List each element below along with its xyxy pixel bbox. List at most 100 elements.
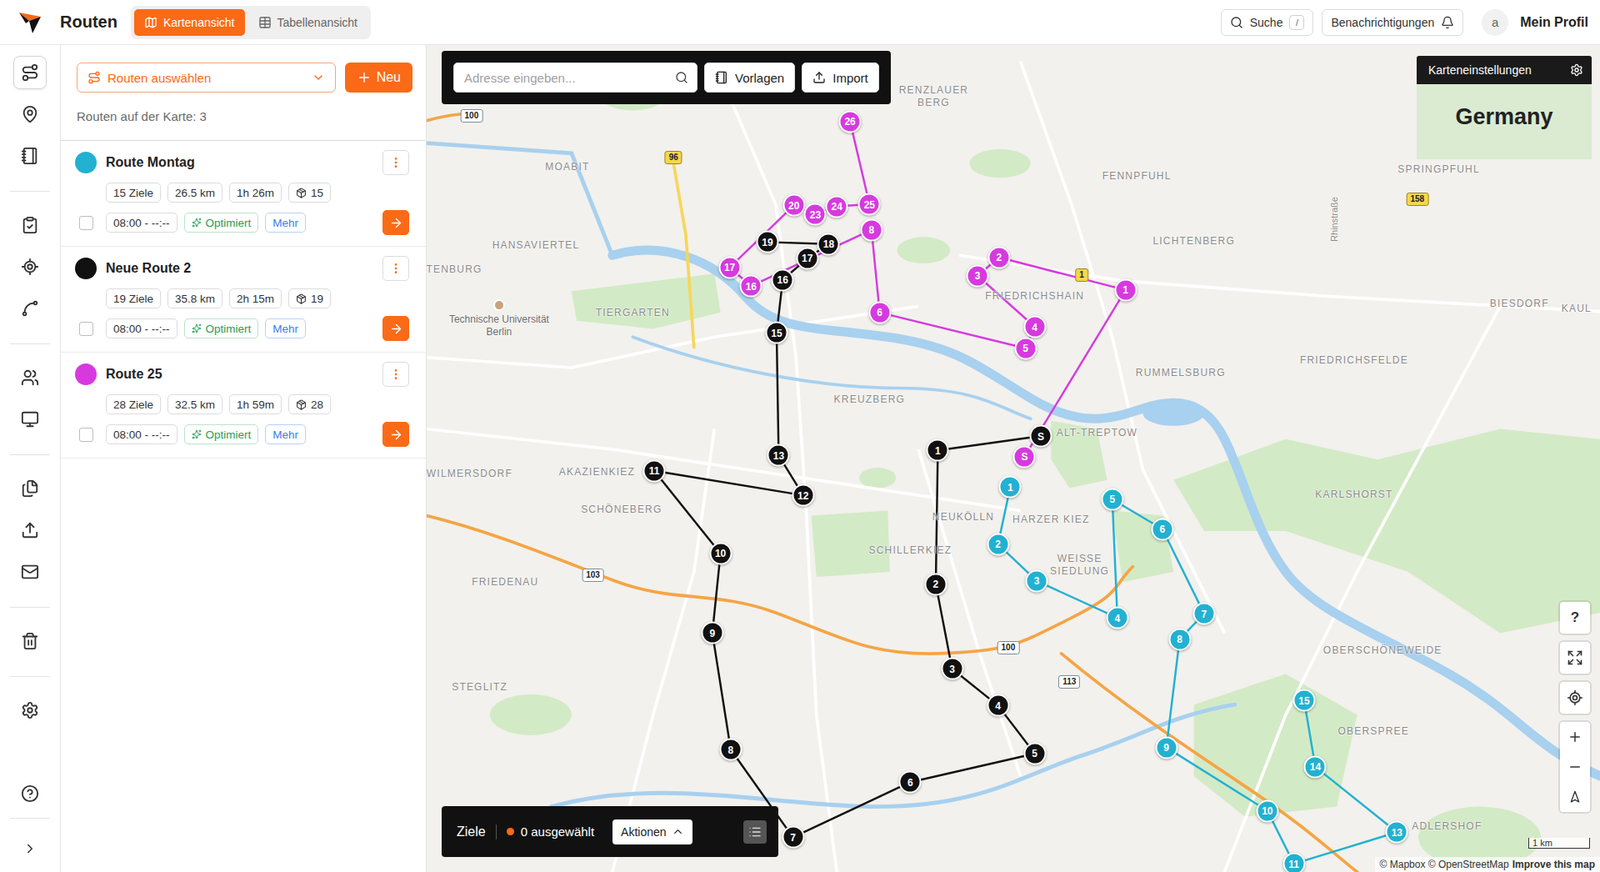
profile-name[interactable]: Mein Profil — [1520, 15, 1589, 30]
more-chip[interactable]: Mehr — [265, 212, 306, 233]
help-button[interactable]: ? — [1560, 601, 1590, 634]
stop-pin[interactable]: 26 — [839, 110, 862, 133]
sidebar-item[interactable] — [13, 402, 47, 436]
stop-pin[interactable]: 11 — [643, 459, 666, 482]
stop-pin[interactable]: 2 — [986, 532, 1010, 555]
route-card[interactable]: Route 2528 Ziele32.5 km1h 59m2808:00 - -… — [60, 352, 426, 459]
improve-map-link[interactable]: Improve this map — [1512, 858, 1595, 870]
compass-button[interactable] — [1560, 781, 1590, 812]
zoom-in-button[interactable] — [1560, 721, 1590, 752]
search-button[interactable]: Suche/ — [1220, 9, 1315, 36]
sidebar-item[interactable] — [13, 624, 47, 658]
fullscreen-button[interactable] — [1560, 641, 1590, 674]
stop-pin[interactable]: 5 — [1023, 741, 1046, 765]
view-tab[interactable]: Kartenansicht — [134, 9, 245, 36]
list-toggle-button[interactable] — [743, 820, 767, 844]
route-checkbox[interactable] — [79, 215, 94, 230]
actions-button[interactable]: Aktionen — [612, 819, 692, 845]
stop-pin[interactable]: 4 — [1105, 606, 1129, 630]
open-route-button[interactable] — [382, 210, 410, 235]
sidebar-item[interactable] — [13, 776, 47, 810]
stop-pin[interactable]: S — [1030, 425, 1053, 448]
stop-pin[interactable]: 10 — [1255, 799, 1279, 822]
sidebar-item[interactable] — [13, 555, 47, 589]
stop-pin[interactable]: 8 — [719, 738, 742, 761]
notifications-button[interactable]: Benachrichtigungen — [1321, 9, 1464, 36]
stop-pin[interactable]: 6 — [868, 300, 891, 324]
map[interactable]: MOABITHANSAVIERTELTENBURGTIERGARTENTechn… — [426, 45, 1600, 872]
stop-pin[interactable]: 25 — [858, 193, 881, 216]
sidebar-item[interactable] — [13, 471, 47, 505]
zoom-out-button[interactable] — [1560, 751, 1590, 782]
stop-pin[interactable]: S — [1013, 445, 1036, 468]
stop-pin[interactable]: 2 — [987, 245, 1010, 269]
templates-button[interactable]: Vorlagen — [704, 62, 795, 93]
locate-button[interactable] — [1560, 681, 1590, 714]
route-menu-button[interactable] — [382, 361, 410, 387]
route-card[interactable]: Neue Route 219 Ziele35.8 km2h 15m1908:00… — [60, 246, 426, 353]
stop-pin[interactable]: 15 — [765, 321, 788, 345]
time-chip[interactable]: 08:00 - --:-- — [105, 212, 178, 233]
route-menu-button[interactable] — [382, 255, 410, 281]
sidebar-item[interactable] — [13, 513, 47, 547]
new-route-button[interactable]: Neu — [345, 62, 413, 93]
stop-pin[interactable]: 5 — [1100, 487, 1124, 510]
stop-pin[interactable]: 7 — [781, 825, 805, 849]
stop-pin[interactable]: 4 — [1023, 315, 1046, 339]
stop-pin[interactable]: 10 — [709, 541, 732, 565]
import-button[interactable]: Import — [801, 62, 880, 93]
sidebar-item[interactable] — [13, 97, 47, 131]
route-menu-button[interactable] — [382, 150, 410, 175]
map-settings-button[interactable]: Karteneinstellungen — [1416, 55, 1592, 85]
avatar[interactable]: a — [1481, 9, 1509, 36]
stop-pin[interactable]: 8 — [1168, 627, 1191, 650]
stop-pin[interactable]: 15 — [1292, 689, 1315, 712]
stop-pin[interactable]: 16 — [771, 268, 795, 291]
stop-pin[interactable]: 7 — [1192, 602, 1215, 625]
time-chip[interactable]: 08:00 - --:-- — [105, 318, 178, 339]
stop-pin[interactable]: 24 — [825, 195, 849, 218]
sidebar-item[interactable] — [13, 139, 47, 173]
stop-pin[interactable]: 1 — [999, 475, 1022, 499]
sidebar-item[interactable] — [13, 208, 47, 242]
sidebar-item[interactable] — [13, 291, 47, 325]
sidebar-item[interactable] — [13, 693, 47, 727]
stop-pin[interactable]: 17 — [795, 246, 819, 270]
route-card[interactable]: Route Montag15 Ziele26.5 km1h 26m1508:00… — [60, 140, 426, 247]
stop-pin[interactable]: 3 — [940, 657, 964, 680]
stop-pin[interactable]: 16 — [740, 275, 763, 298]
stop-pin[interactable]: 6 — [1150, 517, 1174, 540]
stop-pin[interactable]: 5 — [1014, 336, 1037, 360]
sidebar-item[interactable] — [13, 55, 47, 90]
stop-pin[interactable]: 1 — [1114, 278, 1137, 301]
stop-pin[interactable]: 23 — [804, 203, 827, 226]
stop-pin[interactable]: 12 — [791, 484, 815, 507]
stop-pin[interactable]: 11 — [1282, 852, 1305, 872]
route-select[interactable]: Routen auswählen — [76, 62, 336, 93]
time-chip[interactable]: 08:00 - --:-- — [105, 424, 178, 445]
more-chip[interactable]: Mehr — [265, 318, 306, 339]
stop-pin[interactable]: 4 — [986, 694, 1010, 717]
stop-pin[interactable]: 18 — [817, 232, 840, 255]
stop-pin[interactable]: 1 — [926, 439, 950, 462]
stop-pin[interactable]: 2 — [924, 572, 947, 595]
stop-pin[interactable]: 6 — [899, 770, 922, 794]
stop-pin[interactable]: 17 — [718, 255, 741, 279]
sidebar-item[interactable] — [13, 250, 47, 284]
address-input[interactable]: Adresse eingeben... — [453, 62, 698, 93]
stop-pin[interactable]: 8 — [860, 218, 883, 241]
more-chip[interactable]: Mehr — [265, 424, 306, 445]
stop-pin[interactable]: 3 — [1025, 569, 1049, 592]
stop-pin[interactable]: 13 — [767, 444, 790, 467]
stop-pin[interactable]: 9 — [700, 621, 724, 645]
stop-pin[interactable]: 13 — [1385, 820, 1409, 844]
route-checkbox[interactable] — [79, 321, 94, 336]
view-tab[interactable]: Tabellenansicht — [248, 9, 369, 36]
stop-pin[interactable]: 20 — [782, 194, 805, 217]
route-checkbox[interactable] — [79, 427, 94, 442]
sidebar-item[interactable] — [13, 360, 47, 395]
open-route-button[interactable] — [382, 315, 410, 341]
open-route-button[interactable] — [382, 421, 410, 447]
stop-pin[interactable]: 19 — [755, 230, 779, 254]
stop-pin[interactable]: 3 — [966, 264, 990, 287]
